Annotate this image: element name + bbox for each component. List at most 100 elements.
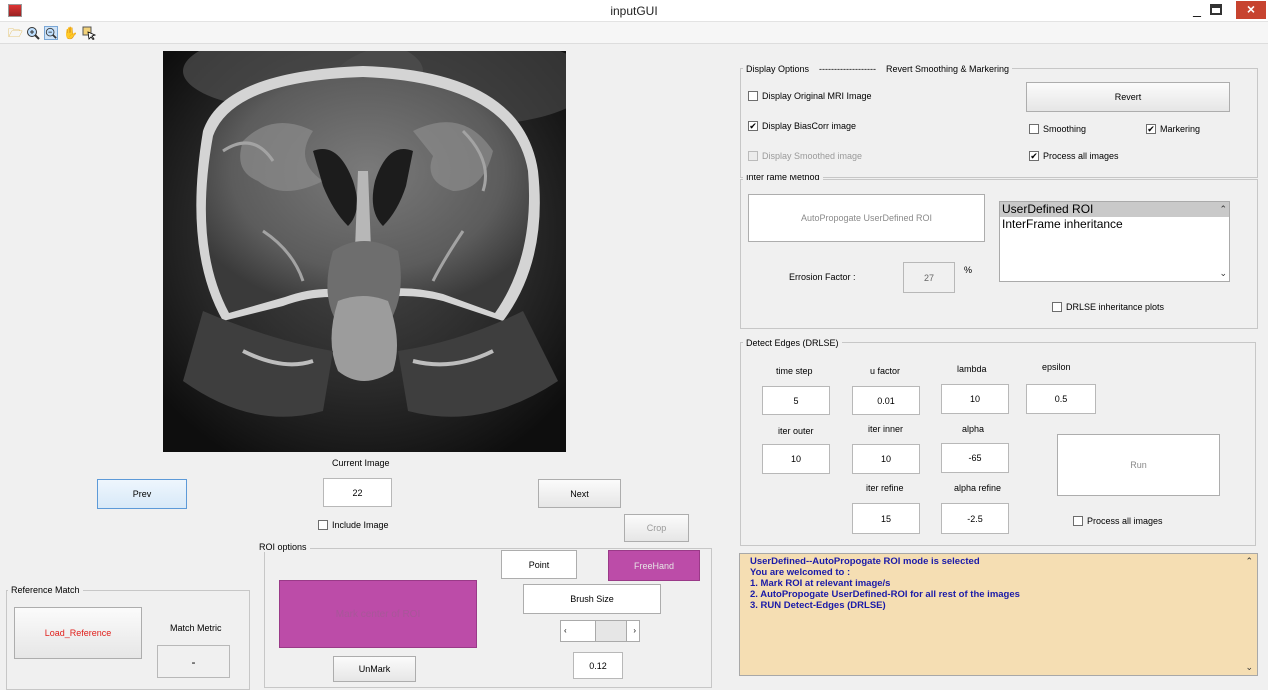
title-bar: inputGUI _ × [0, 0, 1268, 22]
minimize-button[interactable]: _ [1188, 2, 1206, 18]
alpha-refine-field[interactable]: -2.5 [941, 503, 1009, 534]
run-button[interactable]: Run [1057, 434, 1220, 496]
display-smoothed-checkbox[interactable]: Display Smoothed image [748, 151, 862, 161]
process-all-images-detect-checkbox[interactable]: Process all images [1073, 516, 1163, 526]
mark-center-roi-button[interactable]: Mark center of ROI [279, 580, 477, 648]
close-button[interactable]: × [1236, 1, 1266, 19]
smoothing-box[interactable] [1029, 124, 1039, 134]
roi-options-title: ROI options [256, 542, 310, 552]
freehand-button[interactable]: FreeHand [608, 550, 700, 581]
zoom-in-icon[interactable] [26, 26, 40, 40]
display-original-mri-checkbox[interactable]: Display Original MRI Image [748, 91, 872, 101]
iter-refine-label: iter refine [866, 483, 904, 493]
brush-size-button[interactable]: Brush Size [523, 584, 661, 614]
message-scroll-down-icon[interactable]: ⌄ [1245, 662, 1253, 673]
interframe-method-list[interactable]: UserDefined ROI InterFrame inheritance ⌃… [999, 201, 1230, 282]
slider-left-arrow-icon[interactable]: ‹ [564, 626, 567, 635]
epsilon-field[interactable]: 0.5 [1026, 384, 1096, 414]
display-smoothed-label: Display Smoothed image [762, 151, 863, 161]
list-item-interframe-inheritance[interactable]: InterFrame inheritance [1000, 217, 1229, 232]
include-image-label: Include Image [332, 520, 389, 530]
alpha-label: alpha [962, 424, 985, 434]
iter-outer-label: iter outer [778, 426, 814, 436]
prev-button[interactable]: Prev [97, 479, 187, 509]
list-scroll-down-icon[interactable]: ⌄ [1219, 268, 1227, 279]
interframe-method-title: Inter rame Method [743, 175, 823, 182]
include-image-checkbox[interactable]: Include Image [318, 520, 389, 530]
erosion-factor-label: Errosion Factor : [789, 272, 856, 282]
drlse-inheritance-plots-checkbox[interactable]: DRLSE inheritance plots [1052, 302, 1164, 312]
brush-size-value-field[interactable]: 0.12 [573, 652, 623, 679]
message-line: 2. AutoPropogate UserDefined-ROI for all… [750, 589, 1020, 600]
point-button[interactable]: Point [501, 550, 577, 579]
lambda-label: lambda [957, 364, 987, 374]
iter-inner-field[interactable]: 10 [852, 444, 920, 474]
lambda-field[interactable]: 10 [941, 384, 1009, 414]
display-original-mri-label: Display Original MRI Image [762, 91, 872, 101]
process-all-images-display-label: Process all images [1043, 151, 1119, 161]
erosion-factor-field[interactable]: 27 [903, 262, 955, 293]
zoom-out-icon[interactable] [44, 26, 58, 40]
list-item-userdefined-roi[interactable]: UserDefined ROI [1000, 202, 1229, 217]
process-all-images-display-checkbox[interactable]: Process all images [1029, 151, 1119, 161]
display-biascorr-checkbox[interactable]: Display BiasCorr image [748, 121, 856, 131]
revert-button[interactable]: Revert [1026, 82, 1230, 112]
u-factor-field[interactable]: 0.01 [852, 386, 920, 415]
current-image-label: Current Image [332, 458, 390, 468]
time-step-field[interactable]: 5 [762, 386, 830, 415]
erosion-percent-label: % [964, 265, 973, 275]
slider-thumb[interactable] [595, 621, 627, 641]
current-image-field[interactable]: 22 [323, 478, 392, 507]
message-line: 1. Mark ROI at relevant image/s [750, 578, 891, 589]
process-all-images-detect-box[interactable] [1073, 516, 1083, 526]
open-folder-icon[interactable]: 🗁 [8, 26, 23, 40]
display-options-label: Display Options [746, 64, 810, 74]
smoothing-label: Smoothing [1043, 124, 1087, 134]
match-metric-label: Match Metric [170, 623, 222, 633]
revert-smoothing-title: Revert Smoothing & Markering [886, 64, 1010, 74]
include-image-box[interactable] [318, 520, 328, 530]
message-line: UserDefined--AutoPropogate ROI mode is s… [750, 556, 980, 567]
detect-edges-title: Detect Edges (DRLSE) [743, 338, 842, 348]
display-smoothed-box[interactable] [748, 151, 758, 161]
autopropogate-userdefined-roi-button[interactable]: AutoPropogate UserDefined ROI [748, 194, 985, 242]
alpha-field[interactable]: -65 [941, 443, 1009, 473]
display-biascorr-label: Display BiasCorr image [762, 121, 857, 131]
display-biascorr-box[interactable] [748, 121, 758, 131]
drlse-inheritance-plots-box[interactable] [1052, 302, 1062, 312]
data-cursor-icon[interactable] [82, 26, 97, 41]
process-all-images-detect-label: Process all images [1087, 516, 1163, 526]
drlse-inheritance-plots-label: DRLSE inheritance plots [1066, 302, 1165, 312]
iter-inner-label: iter inner [868, 424, 904, 434]
iter-refine-field[interactable]: 15 [852, 503, 920, 534]
display-options-title: Display Options ------------------- Reve… [743, 64, 1013, 74]
status-message-box: UserDefined--AutoPropogate ROI mode is s… [739, 553, 1258, 676]
display-options-separator: ------------------- [819, 64, 876, 74]
crop-button[interactable]: Crop [624, 514, 689, 542]
next-button[interactable]: Next [538, 479, 621, 508]
message-line: 3. RUN Detect-Edges (DRLSE) [750, 600, 886, 611]
mri-image-display[interactable] [163, 51, 566, 452]
pan-hand-icon[interactable]: ✋ [63, 26, 78, 40]
process-all-images-display-box[interactable] [1029, 151, 1039, 161]
smoothing-checkbox[interactable]: Smoothing [1029, 124, 1086, 134]
markering-label: Markering [1160, 124, 1201, 134]
window-title: inputGUI [610, 4, 658, 18]
unmark-button[interactable]: UnMark [333, 656, 416, 682]
markering-box[interactable] [1146, 124, 1156, 134]
message-scroll-up-icon[interactable]: ⌃ [1245, 556, 1253, 567]
slider-right-arrow-icon[interactable]: › [633, 626, 636, 635]
display-original-mri-box[interactable] [748, 91, 758, 101]
markering-checkbox[interactable]: Markering [1146, 124, 1200, 134]
epsilon-label: epsilon [1042, 362, 1071, 372]
u-factor-label: u factor [870, 366, 901, 376]
maximize-button[interactable] [1210, 4, 1222, 15]
brush-size-slider[interactable]: ‹ › [560, 620, 640, 642]
iter-outer-field[interactable]: 10 [762, 444, 830, 474]
message-line: You are welcomed to : [750, 567, 851, 578]
alpha-refine-label: alpha refine [954, 483, 1002, 493]
reference-match-title: Reference Match [8, 585, 83, 595]
list-scroll-up-icon[interactable]: ⌃ [1219, 204, 1227, 215]
toolbar: 🗁 ✋ [0, 22, 1268, 44]
load-reference-button[interactable]: Load_Reference [14, 607, 142, 659]
